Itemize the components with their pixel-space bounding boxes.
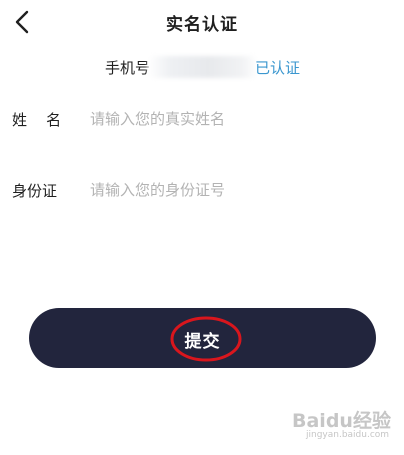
id-card-label: 身份证 (12, 182, 58, 200)
watermark-logo: Baidu经验 jingyan.baidu.com (292, 400, 392, 450)
submit-label: 提交 (184, 332, 221, 352)
phone-label: 手机号 (105, 59, 151, 77)
watermark-sub: jingyan.baidu.com (306, 430, 390, 440)
watermark-text: Baidu经验 (292, 410, 391, 432)
submit-button[interactable]: 提交 (29, 308, 376, 368)
id-card-input[interactable] (90, 178, 380, 202)
verified-status: 已认证 (255, 59, 301, 77)
phone-number-mask (148, 56, 258, 78)
name-label: 姓 名 (12, 111, 62, 129)
id-card-row: 身份证 (0, 178, 404, 204)
name-row: 姓 名 (0, 107, 404, 133)
phone-status-row: 手机号 已认证 (0, 56, 404, 80)
header: 实名认证 (0, 0, 404, 44)
name-input[interactable] (90, 107, 380, 131)
page-title: 实名认证 (166, 15, 238, 35)
